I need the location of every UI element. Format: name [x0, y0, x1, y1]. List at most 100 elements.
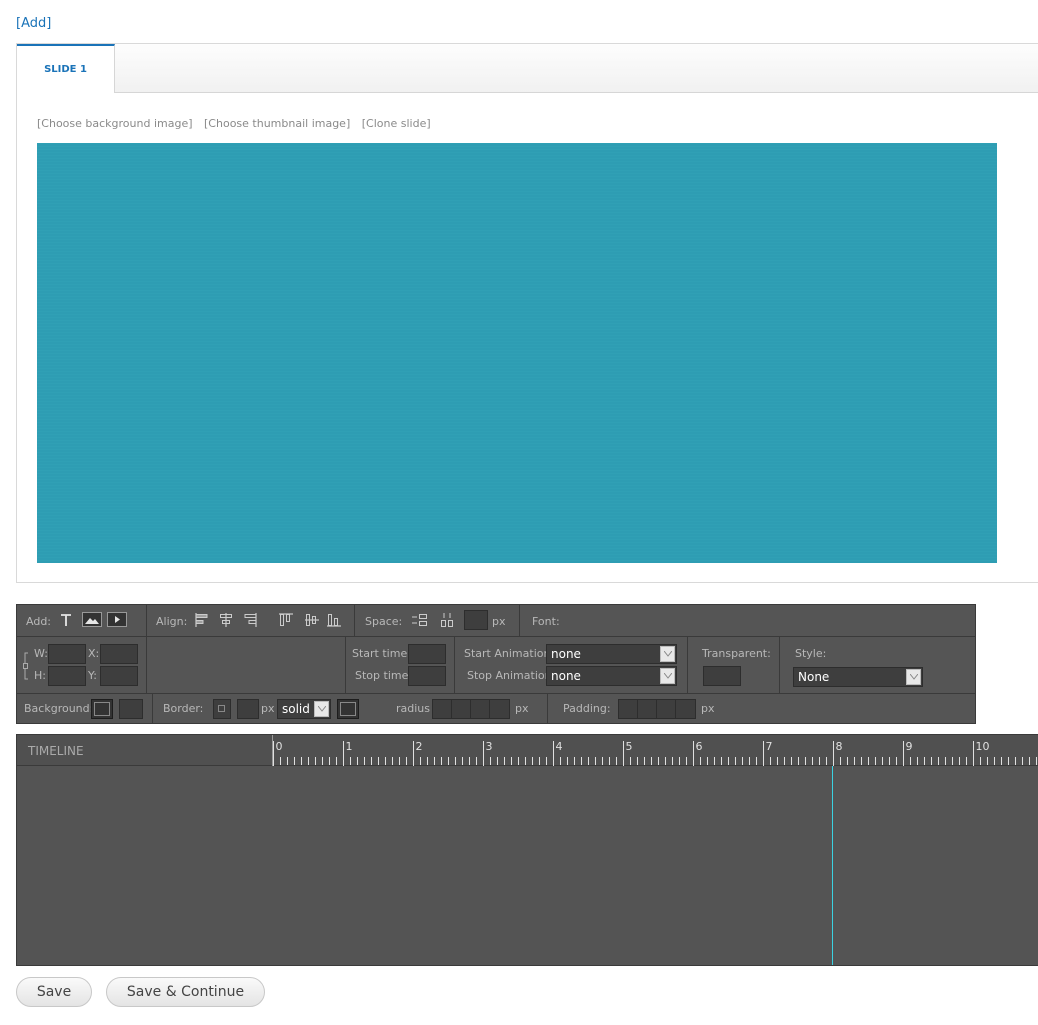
transparent-input[interactable]: [703, 666, 741, 686]
x-input[interactable]: [100, 644, 138, 664]
background-opacity-input[interactable]: [119, 699, 143, 719]
stop-animation-select[interactable]: none: [546, 666, 677, 686]
width-input[interactable]: [48, 644, 86, 664]
border-width-input[interactable]: [237, 699, 259, 719]
toolbar-row-1: Add: Align: Space: px Font:: [17, 605, 975, 637]
link-dimensions-icon[interactable]: [23, 651, 31, 681]
save-continue-button[interactable]: Save & Continue: [106, 977, 265, 1007]
ruler-ticks: 0 1 2 3 4 5 6 7 8 9 10: [273, 740, 1037, 766]
add-label: Add:: [26, 615, 52, 628]
padding-input-3[interactable]: [656, 699, 676, 719]
stop-animation-label: Stop Animation:: [467, 669, 556, 682]
transparent-label: Transparent:: [702, 647, 771, 660]
padding-input-4[interactable]: [675, 699, 696, 719]
align-middle-icon[interactable]: [305, 613, 319, 627]
clone-slide-link[interactable]: [Clone slide]: [362, 117, 431, 130]
slide-editor: SLIDE 1 [Choose background image] [Choos…: [16, 43, 1038, 583]
radius-input-1[interactable]: [432, 699, 452, 719]
align-label: Align:: [156, 615, 188, 628]
border-label: Border:: [163, 702, 204, 715]
image-icon[interactable]: [82, 612, 102, 627]
space-label: Space:: [365, 615, 403, 628]
style-select[interactable]: None: [793, 667, 923, 687]
border-unit: px: [261, 702, 275, 715]
width-label: W:: [34, 647, 48, 660]
ruler-tick-label: 6: [696, 740, 703, 753]
space-unit: px: [492, 615, 506, 628]
start-time-label: Start time:: [352, 647, 411, 660]
align-left-icon[interactable]: [195, 613, 209, 627]
stop-time-input[interactable]: [408, 666, 446, 686]
start-time-input[interactable]: [408, 644, 446, 664]
timeline-title: TIMELINE: [28, 744, 84, 758]
tab-slide-1[interactable]: SLIDE 1: [17, 44, 115, 93]
height-label: H:: [34, 669, 46, 682]
ruler-tick-label: 5: [626, 740, 633, 753]
ruler-tick-label: 0: [276, 740, 283, 753]
text-icon[interactable]: [59, 613, 73, 627]
background-label: Background:: [24, 702, 94, 715]
timeline-panel: TIMELINE 0 1 2 3 4 5 6 7 8 9 10: [16, 734, 1038, 966]
radius-input-4[interactable]: [489, 699, 510, 719]
border-icon: [218, 705, 225, 712]
space-vertical-icon[interactable]: [440, 613, 454, 627]
stop-animation-value: none: [551, 669, 581, 683]
space-horizontal-icon[interactable]: [412, 613, 428, 627]
radius-unit: px: [515, 702, 529, 715]
ruler-tick-label: 1: [346, 740, 353, 753]
layer-toolbar: Add: Align: Space: px Font: W: X: H: Y: …: [16, 604, 976, 724]
slide-canvas[interactable]: [37, 143, 997, 563]
timeline-header: TIMELINE 0 1 2 3 4 5 6 7 8 9 10: [17, 735, 1038, 766]
add-slide-link[interactable]: [Add]: [16, 16, 51, 31]
slide-tabbar: SLIDE 1: [17, 44, 1038, 93]
chevron-down-icon: [314, 701, 329, 717]
align-top-icon[interactable]: [279, 613, 293, 627]
y-label: Y:: [88, 669, 97, 682]
align-bottom-icon[interactable]: [327, 613, 341, 627]
toolbar-row-2: W: X: H: Y: Start time: Stop time: Start…: [17, 637, 975, 694]
ruler-tick-label: 9: [906, 740, 913, 753]
padding-input-1[interactable]: [618, 699, 638, 719]
timeline-ruler[interactable]: 0 1 2 3 4 5 6 7 8 9 10: [272, 735, 1038, 766]
border-color-swatch[interactable]: [337, 699, 359, 719]
start-animation-value: none: [551, 647, 581, 661]
choose-background-image-link[interactable]: [Choose background image]: [37, 117, 193, 130]
start-animation-select[interactable]: none: [546, 644, 677, 664]
font-label: Font:: [532, 615, 560, 628]
style-value: None: [798, 670, 830, 684]
border-style-value: solid: [282, 702, 310, 716]
save-button[interactable]: Save: [16, 977, 92, 1007]
ruler-tick-label: 4: [556, 740, 563, 753]
start-animation-label: Start Animation:: [464, 647, 555, 660]
ruler-tick-label: 7: [766, 740, 773, 753]
style-label: Style:: [795, 647, 827, 660]
padding-unit: px: [701, 702, 715, 715]
y-input[interactable]: [100, 666, 138, 686]
chevron-down-icon: [660, 668, 675, 684]
height-input[interactable]: [48, 666, 86, 686]
space-input[interactable]: [464, 610, 488, 630]
padding-label: Padding:: [563, 702, 611, 715]
align-right-icon[interactable]: [243, 613, 257, 627]
ruler-tick-label: 8: [836, 740, 843, 753]
radius-label: radius: [396, 702, 431, 715]
ruler-tick-label: 3: [486, 740, 493, 753]
chevron-down-icon: [906, 669, 921, 685]
align-center-icon[interactable]: [219, 613, 233, 627]
radius-input-2[interactable]: [451, 699, 471, 719]
slide-actions: [Choose background image] [Choose thumbn…: [37, 117, 439, 130]
x-label: X:: [88, 647, 100, 660]
ruler-tick-label: 10: [976, 740, 990, 753]
border-style-select[interactable]: solid: [277, 699, 331, 719]
background-color-swatch[interactable]: [91, 699, 113, 719]
chevron-down-icon: [660, 646, 675, 662]
radius-input-3[interactable]: [470, 699, 490, 719]
timeline-playhead[interactable]: [832, 766, 833, 965]
video-icon[interactable]: [107, 612, 127, 627]
border-toggle[interactable]: [213, 699, 231, 719]
ruler-tick-label: 2: [416, 740, 423, 753]
toolbar-row-3: Background: Border: px solid radius px P…: [17, 694, 975, 724]
choose-thumbnail-image-link[interactable]: [Choose thumbnail image]: [204, 117, 350, 130]
padding-input-2[interactable]: [637, 699, 657, 719]
stop-time-label: Stop time:: [355, 669, 413, 682]
